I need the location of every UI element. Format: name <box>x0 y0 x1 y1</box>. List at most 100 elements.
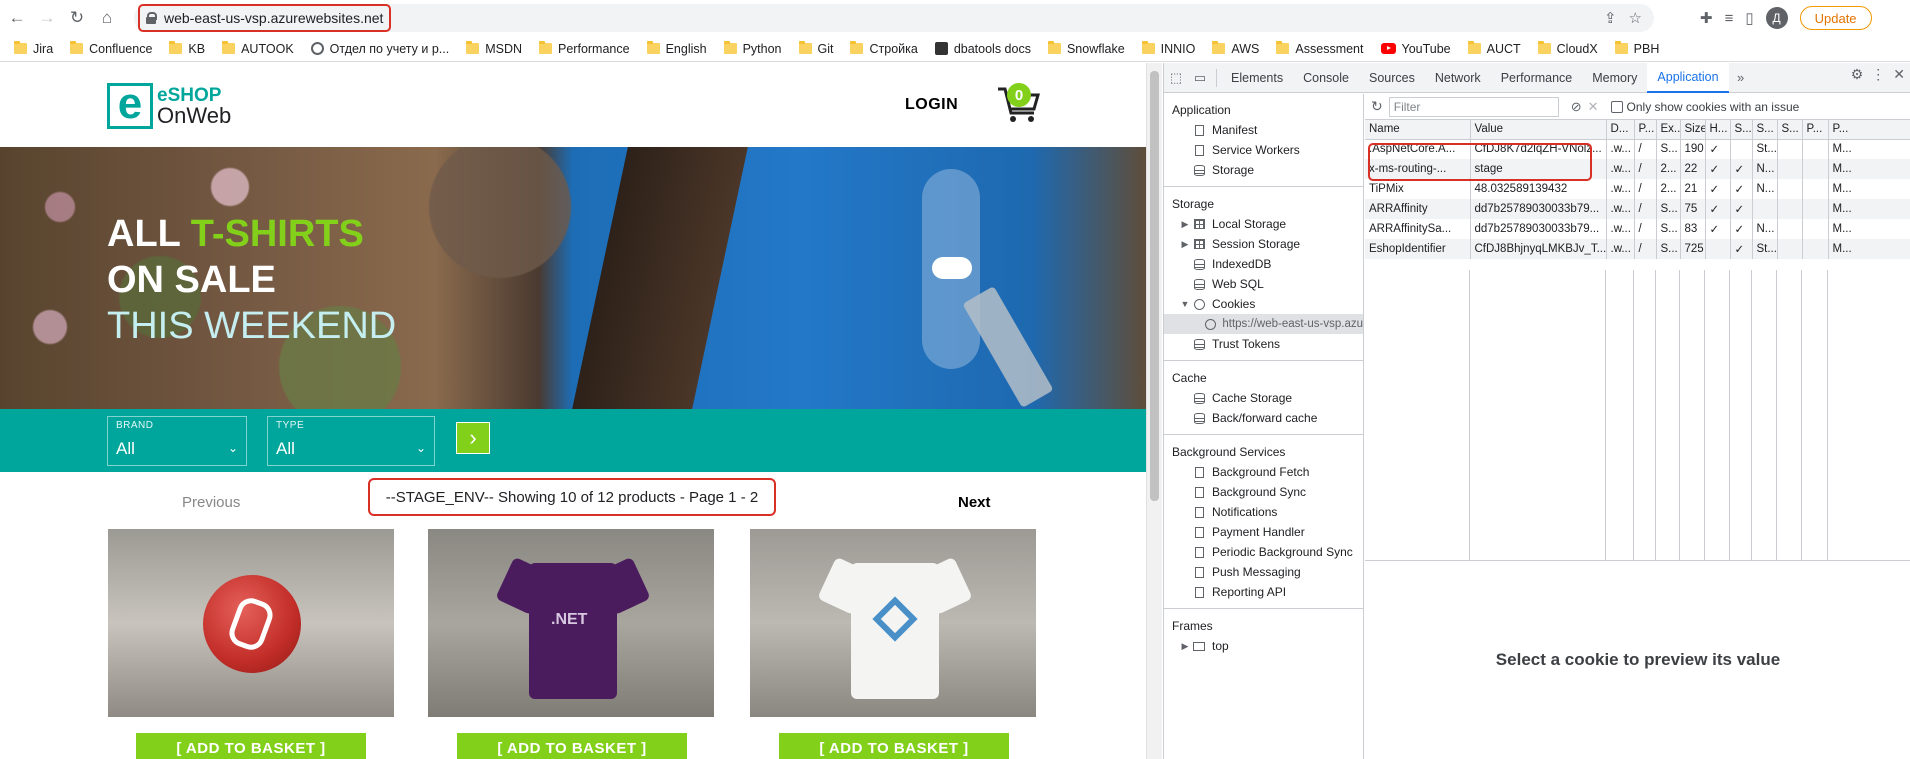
column-header[interactable]: Ex... <box>1656 120 1681 140</box>
refresh-icon[interactable]: ↻ <box>1371 98 1383 115</box>
sidebar-item-reporting-api[interactable]: Reporting API <box>1164 582 1363 602</box>
sidebar-item-frame-top[interactable]: ▶ top <box>1164 636 1363 656</box>
cart-count-badge[interactable]: 0 <box>1007 83 1031 107</box>
device-toolbar-icon[interactable]: ▭ <box>1188 66 1212 90</box>
sidebar-item-background-sync[interactable]: Background Sync <box>1164 482 1363 502</box>
scrollbar-thumb[interactable] <box>1150 71 1159 501</box>
column-header[interactable]: H... <box>1705 120 1731 140</box>
expand-right-icon[interactable]: ▶ <box>1178 219 1192 230</box>
column-header[interactable]: D... <box>1606 120 1635 140</box>
url-text[interactable]: web-east-us-vsp.azurewebsites.net <box>164 10 383 26</box>
cookie-row[interactable]: ARRAffinity dd7b25789030033b79... .w... / S.… <box>1365 199 1910 219</box>
column-header[interactable]: P... <box>1634 120 1657 140</box>
column-header[interactable]: Name <box>1365 120 1471 140</box>
clear-filtered-cookies-icon[interactable]: ⊘ <box>1571 99 1582 115</box>
bookmark-item[interactable]: INNIO <box>1141 41 1195 56</box>
cookie-row[interactable]: .AspNetCore.A... CfDJ8K7d2lqZH-VNolz... .w… <box>1365 139 1910 159</box>
bookmark-item[interactable]: Performance <box>539 41 630 56</box>
column-header[interactable]: P... <box>1828 120 1910 140</box>
bookmark-item[interactable]: YouTube <box>1380 42 1451 56</box>
brand-select[interactable]: BRAND All ⌄ <box>107 416 247 466</box>
bookmark-item[interactable]: Jira <box>14 41 53 56</box>
sidebar-item-session-storage[interactable]: ▶ Session Storage <box>1164 234 1363 254</box>
only-issue-filter[interactable]: Only show cookies with an issue <box>1610 100 1799 114</box>
more-tabs-icon[interactable]: » <box>1729 66 1753 90</box>
product-image[interactable] <box>750 529 1036 717</box>
tab-performance[interactable]: Performance <box>1491 63 1583 93</box>
column-header[interactable]: S... <box>1752 120 1778 140</box>
sidebar-item-cache-storage[interactable]: Cache Storage <box>1164 388 1363 408</box>
back-arrow-icon[interactable]: ← <box>4 5 30 31</box>
sidebar-item-push-messaging[interactable]: Push Messaging <box>1164 562 1363 582</box>
apply-filter-button[interactable]: › <box>456 422 490 454</box>
gear-icon[interactable]: ⚙ <box>1851 66 1864 83</box>
tab-elements[interactable]: Elements <box>1221 63 1293 93</box>
bookmark-item[interactable]: CloudX <box>1537 41 1598 56</box>
extensions-icon[interactable]: ✚ <box>1700 9 1713 27</box>
bookmark-item[interactable]: AUTOOK <box>222 41 294 56</box>
bookmark-item[interactable]: dbatools docs <box>934 42 1031 56</box>
bookmark-item[interactable]: AWS <box>1212 41 1259 56</box>
column-header[interactable]: Value <box>1470 120 1607 140</box>
sidebar-item-cookie-origin[interactable]: https://web-east-us-vsp.azu <box>1164 314 1363 334</box>
side-panel-icon[interactable]: ▯ <box>1745 9 1753 27</box>
sidebar-item-periodic-background-sync[interactable]: Periodic Background Sync <box>1164 542 1363 562</box>
expand-down-icon[interactable]: ▼ <box>1178 299 1192 309</box>
eshop-logo[interactable]: e eSHOP OnWeb <box>107 82 231 129</box>
sidebar-item-service-workers[interactable]: Service Workers <box>1164 140 1363 160</box>
reading-list-icon[interactable]: ≡ <box>1725 10 1734 27</box>
kebab-menu-icon[interactable]: ⋮ <box>1871 66 1885 83</box>
expand-right-icon[interactable]: ▶ <box>1178 239 1192 250</box>
bookmark-item[interactable]: MSDN <box>466 41 522 56</box>
product-image[interactable] <box>108 529 394 717</box>
sidebar-item-local-storage[interactable]: ▶ Local Storage <box>1164 214 1363 234</box>
sidebar-item-storage[interactable]: Storage <box>1164 160 1363 180</box>
sidebar-item-payment-handler[interactable]: Payment Handler <box>1164 522 1363 542</box>
inspect-element-icon[interactable]: ⬚ <box>1164 66 1188 90</box>
tab-sources[interactable]: Sources <box>1359 63 1425 93</box>
bookmark-item[interactable]: Confluence <box>70 41 152 56</box>
cookie-row[interactable]: x-ms-routing-... stage .w.../2... 22 ✓ ✓ N... M… <box>1365 159 1910 179</box>
bookmark-item[interactable]: Snowflake <box>1047 41 1125 56</box>
bookmark-item[interactable]: Assessment <box>1276 41 1364 56</box>
lock-icon[interactable] <box>146 12 157 24</box>
login-link[interactable]: LOGIN <box>905 96 958 114</box>
add-to-basket-button[interactable]: [ ADD TO BASKET ] <box>136 733 366 759</box>
tab-memory[interactable]: Memory <box>1582 63 1647 93</box>
home-icon[interactable]: ⌂ <box>94 5 120 31</box>
sidebar-item-manifest[interactable]: Manifest <box>1164 120 1363 140</box>
delete-selected-icon[interactable]: ✕ <box>1588 99 1599 115</box>
bookmark-item[interactable]: Стройка <box>850 41 918 56</box>
cookie-row[interactable]: TiPMix 48.032589139432 .w.../2... 21 ✓ ✓ N... M… <box>1365 179 1910 199</box>
star-icon[interactable]: ☆ <box>1629 9 1642 27</box>
sidebar-item-notifications[interactable]: Notifications <box>1164 502 1363 522</box>
sidebar-item-back-forward-cache[interactable]: Back/forward cache <box>1164 408 1363 428</box>
cookie-row[interactable]: EshopIdentifier CfDJ8BhjnyqLMKBJv_T... .w.… <box>1365 239 1910 259</box>
type-select[interactable]: TYPE All ⌄ <box>267 416 435 466</box>
previous-page-link[interactable]: Previous <box>182 494 240 511</box>
column-header[interactable]: Size <box>1680 120 1706 140</box>
product-image[interactable]: .NET <box>428 529 714 717</box>
sidebar-item-trust-tokens[interactable]: Trust Tokens <box>1164 334 1363 354</box>
sidebar-item-web-sql[interactable]: Web SQL <box>1164 274 1363 294</box>
bookmark-item[interactable]: AUCT <box>1467 41 1521 56</box>
bookmark-item[interactable]: KB <box>169 41 205 56</box>
add-to-basket-button[interactable]: [ ADD TO BASKET ] <box>779 733 1009 759</box>
reload-icon[interactable]: ↻ <box>64 5 90 31</box>
bookmark-item[interactable]: Python <box>723 41 782 56</box>
only-issue-checkbox[interactable] <box>1610 100 1623 113</box>
sidebar-item-background-fetch[interactable]: Background Fetch <box>1164 462 1363 482</box>
bookmark-item[interactable]: Git <box>798 41 833 56</box>
sidebar-item-cookies[interactable]: ▼ Cookies <box>1164 294 1363 314</box>
cookie-row[interactable]: ARRAffinitySa... dd7b25789030033b79... .w.… <box>1365 219 1910 239</box>
tab-console[interactable]: Console <box>1293 63 1359 93</box>
cookie-filter-input[interactable]: Filter <box>1388 96 1559 117</box>
column-header[interactable]: S... <box>1777 120 1803 140</box>
tab-network[interactable]: Network <box>1425 63 1491 93</box>
profile-avatar[interactable]: Д <box>1765 7 1788 29</box>
sidebar-item-indexeddb[interactable]: IndexedDB <box>1164 254 1363 274</box>
share-icon[interactable]: ⇪ <box>1604 9 1617 27</box>
page-scrollbar[interactable] <box>1146 63 1162 759</box>
address-bar[interactable]: web-east-us-vsp.azurewebsites.net ⇪ ☆ <box>134 4 1654 32</box>
bookmark-item[interactable]: PBH <box>1614 41 1659 56</box>
